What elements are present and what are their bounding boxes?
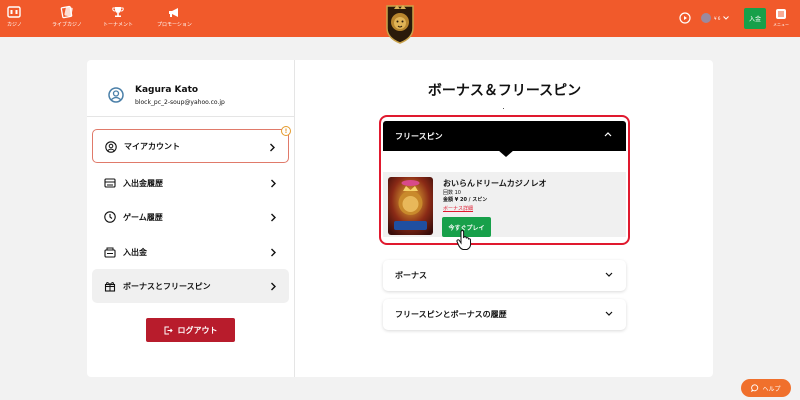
sidebar-item-label: ボーナスとフリースピン — [123, 281, 211, 291]
nav-live-casino-label: ライブカジノ — [52, 22, 82, 28]
page-title: ボーナス＆フリースピン — [427, 83, 582, 99]
nav-tournament-label: トーナメント — [103, 22, 134, 28]
chevron-right-icon — [271, 248, 276, 257]
bonus-accordion[interactable]: ボーナス — [383, 260, 626, 291]
sidebar-item-label: 入出金履歴 — [123, 178, 163, 188]
lion-logo[interactable] — [384, 2, 416, 44]
sidebar-item-label: マイアカウント — [124, 141, 180, 151]
hamburger-icon — [776, 9, 786, 19]
profile-email: block_pc_2-soup@yahoo.co.jp — [135, 99, 225, 106]
sidebar-item-my-account[interactable]: マイアカウント — [92, 129, 289, 163]
user-icon — [105, 141, 117, 153]
freespins-accordion-header[interactable]: フリースピン — [383, 121, 626, 151]
notification-badge: ! — [281, 126, 291, 136]
sidebar-item-cashier[interactable]: 入出金 — [92, 235, 289, 269]
help-label: ヘルプ — [762, 385, 781, 393]
user-avatar-icon — [108, 87, 124, 103]
chevron-right-icon — [271, 213, 276, 222]
game-name: おいらんドリームカジノレオ — [443, 179, 547, 188]
sidebar-item-label: 入出金 — [123, 247, 147, 257]
deposit-label: 入金 — [748, 16, 761, 23]
help-button[interactable]: ヘルプ — [741, 379, 791, 397]
sidebar-item-transaction-history[interactable]: 入出金履歴 — [92, 166, 289, 200]
profile-name: Kagura Kato — [135, 85, 199, 95]
profile-header: Kagura Kato block_pc_2-soup@yahoo.co.jp — [87, 60, 295, 117]
play-circle-icon[interactable] — [679, 12, 691, 24]
game-thumbnail[interactable] — [388, 177, 433, 235]
balance-value: ¥ 6 — [714, 15, 721, 21]
chevron-down-icon — [605, 272, 613, 277]
top-bar: カジノ ライブカジノ トーナメント プロモーション ¥ 6 入金 メニュー — [0, 0, 800, 44]
account-sidebar: Kagura Kato block_pc_2-soup@yahoo.co.jp … — [87, 60, 295, 377]
bonus-accordion-label: ボーナス — [395, 271, 427, 280]
hand-cursor-icon — [456, 230, 472, 250]
nav-promotion-label: プロモーション — [157, 22, 192, 28]
live-casino-icon — [60, 5, 73, 19]
chevron-right-icon — [271, 179, 276, 188]
nav-live-casino[interactable]: ライブカジノ — [52, 5, 82, 28]
clock-icon — [104, 211, 116, 223]
history-accordion-label: フリースピンとボーナスの履歴 — [395, 310, 507, 319]
chat-bubble-icon — [751, 384, 759, 392]
casino-icon — [7, 6, 22, 18]
cashier-icon — [104, 247, 116, 258]
deposit-button[interactable]: 入金 — [744, 8, 766, 29]
history-accordion[interactable]: フリースピンとボーナスの履歴 — [383, 299, 626, 330]
nav-casino-label: カジノ — [7, 22, 22, 28]
balance-dropdown[interactable]: ¥ 6 — [698, 8, 736, 28]
menu-label: メニュー — [773, 22, 789, 27]
logout-label: ログアウト — [177, 325, 218, 335]
chevron-up-icon — [604, 132, 612, 137]
trophy-icon — [112, 7, 124, 17]
divider-dot — [503, 108, 504, 109]
sidebar-item-bonus-freespins[interactable]: ボーナスとフリースピン — [92, 269, 289, 303]
chevron-right-icon — [271, 282, 276, 291]
gift-icon — [104, 282, 116, 292]
menu-button[interactable]: メニュー — [771, 8, 791, 30]
currency-icon — [701, 13, 711, 23]
nav-tournament[interactable]: トーナメント — [103, 5, 133, 28]
logout-button[interactable]: ログアウト — [146, 318, 235, 342]
chevron-right-icon — [270, 143, 275, 152]
logout-icon — [164, 326, 173, 334]
chevron-down-icon — [605, 311, 613, 316]
header-pointer — [498, 150, 514, 157]
sidebar-item-label: ゲーム履歴 — [123, 212, 163, 222]
megaphone-icon — [169, 8, 179, 17]
freespins-header-label: フリースピン — [395, 131, 443, 141]
nav-casino[interactable]: カジノ — [7, 5, 22, 28]
spin-count: 回数 10 — [443, 190, 461, 196]
bonus-details-link[interactable]: ボーナス詳細 — [443, 205, 473, 212]
nav-promotion[interactable]: プロモーション — [157, 5, 192, 28]
spin-amount: 金額 ¥ 20 / スピン — [443, 197, 488, 203]
sidebar-item-game-history[interactable]: ゲーム履歴 — [92, 200, 289, 234]
wallet-icon — [104, 178, 116, 188]
chevron-down-icon — [723, 16, 730, 20]
